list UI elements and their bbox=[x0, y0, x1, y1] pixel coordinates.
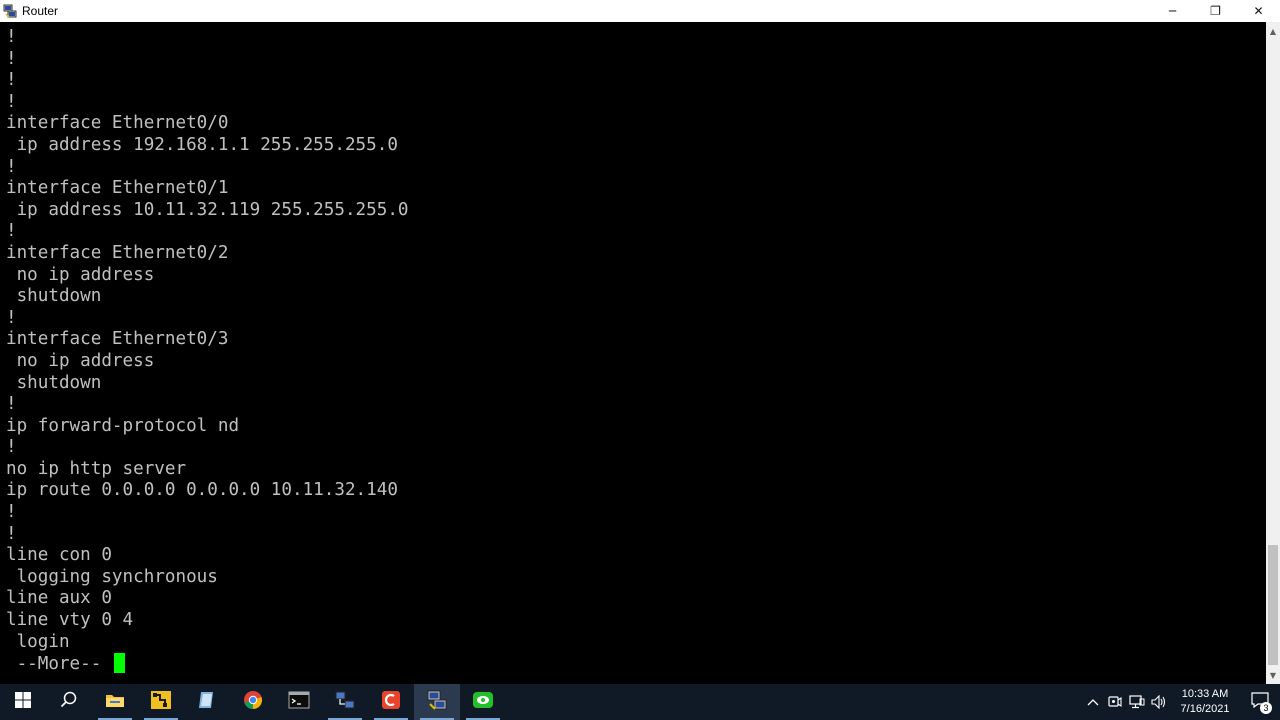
terminal-line: ! bbox=[6, 70, 17, 91]
terminal-line: ip address 192.168.1.1 255.255.255.0 bbox=[6, 134, 398, 155]
terminal-line: ip forward-protocol nd bbox=[6, 415, 240, 436]
terminal-line: shutdown bbox=[6, 372, 102, 393]
terminal-line: interface Ethernet0/2 bbox=[6, 242, 229, 263]
restore-icon: ❐ bbox=[1210, 4, 1221, 18]
putty-icon bbox=[426, 689, 448, 715]
scroll-up-arrow-icon[interactable]: ▲ bbox=[1266, 24, 1280, 38]
red-app-icon bbox=[381, 690, 401, 714]
terminal-line: shutdown bbox=[6, 286, 102, 307]
action-center-button[interactable]: 3 bbox=[1240, 684, 1280, 720]
window-title-bar: Router ─ ❐ ✕ bbox=[0, 0, 1280, 22]
terminal-line: line con 0 bbox=[6, 545, 112, 566]
show-hidden-icons-chevron-up-icon[interactable] bbox=[1082, 684, 1104, 720]
chrome-icon bbox=[243, 690, 263, 714]
taskbar: 10:33 AM 7/16/2021 3 bbox=[0, 684, 1280, 720]
terminal-line: interface Ethernet0/0 bbox=[6, 113, 229, 134]
taskbar-red-app[interactable] bbox=[368, 684, 414, 720]
scrollbar-thumb[interactable] bbox=[1268, 545, 1278, 665]
clock-time: 10:33 AM bbox=[1181, 688, 1229, 700]
terminal-line: line aux 0 bbox=[6, 588, 112, 609]
terminal-line: ! bbox=[6, 502, 17, 523]
clock[interactable]: 10:33 AM 7/16/2021 bbox=[1170, 687, 1240, 717]
minimize-button[interactable]: ─ bbox=[1151, 0, 1194, 22]
terminal-line: ! bbox=[6, 523, 17, 544]
terminal-line: ! bbox=[6, 437, 17, 458]
terminal-line: interface Ethernet0/3 bbox=[6, 329, 229, 350]
terminal-line: no ip address bbox=[6, 350, 155, 371]
system-tray: 10:33 AM 7/16/2021 3 bbox=[1082, 684, 1280, 720]
restore-button[interactable]: ❐ bbox=[1194, 0, 1237, 22]
taskbar-network-computers[interactable] bbox=[322, 684, 368, 720]
terminal-line: no ip address bbox=[6, 264, 155, 285]
taskbar-router-session[interactable] bbox=[414, 684, 460, 720]
search-icon bbox=[60, 691, 78, 713]
network-tool-icon bbox=[150, 690, 172, 714]
network-computers-icon bbox=[334, 690, 356, 714]
terminal-icon bbox=[288, 691, 310, 713]
taskbar-green-app[interactable] bbox=[460, 684, 506, 720]
green-app-icon bbox=[472, 690, 494, 714]
start-button[interactable] bbox=[0, 684, 46, 720]
vertical-scrollbar[interactable]: ▲ ▼ bbox=[1266, 22, 1280, 684]
clock-date: 7/16/2021 bbox=[1180, 703, 1230, 715]
paper-icon bbox=[197, 690, 217, 714]
window-title: Router bbox=[22, 4, 59, 18]
terminal-line: line vty 0 4 bbox=[6, 610, 134, 631]
putty-icon[interactable] bbox=[3, 4, 17, 18]
more-prompt-line: --More-- bbox=[6, 653, 409, 675]
close-button[interactable]: ✕ bbox=[1237, 0, 1280, 22]
terminal-line: ! bbox=[6, 307, 17, 328]
terminal-line: ! bbox=[6, 394, 17, 415]
taskbar-terminal[interactable] bbox=[276, 684, 322, 720]
taskbar-paper-app[interactable] bbox=[184, 684, 230, 720]
terminal-line: ! bbox=[6, 48, 17, 69]
volume-icon[interactable] bbox=[1148, 684, 1170, 720]
terminal-cursor bbox=[113, 653, 125, 674]
terminal-line: ! bbox=[6, 91, 17, 112]
terminal-line: login bbox=[6, 631, 70, 652]
terminal-line: ip address 10.11.32.119 255.255.255.0 bbox=[6, 199, 409, 220]
windows-logo-icon bbox=[15, 692, 31, 712]
network-icon[interactable] bbox=[1126, 684, 1148, 720]
search-button[interactable] bbox=[46, 684, 92, 720]
folder-icon bbox=[105, 692, 125, 712]
terminal-line: no ip http server bbox=[6, 458, 187, 479]
close-icon: ✕ bbox=[1253, 4, 1264, 18]
terminal-line: ! bbox=[6, 27, 17, 47]
minimize-icon: ─ bbox=[1168, 4, 1177, 18]
scroll-down-arrow-icon[interactable]: ▼ bbox=[1266, 668, 1280, 682]
more-prompt: --More-- bbox=[6, 654, 112, 675]
taskbar-file-explorer[interactable] bbox=[92, 684, 138, 720]
window-controls: ─ ❐ ✕ bbox=[1151, 0, 1280, 22]
taskbar-chrome[interactable] bbox=[230, 684, 276, 720]
terminal-line: ! bbox=[6, 221, 17, 242]
terminal-line: ! bbox=[6, 156, 17, 177]
terminal-output[interactable]: !!!! interface Ethernet0/0 ip address 192… bbox=[0, 22, 1266, 684]
terminal-line: interface Ethernet0/1 bbox=[6, 178, 229, 199]
terminal-line: ip route 0.0.0.0 0.0.0.0 10.11.32.140 bbox=[6, 480, 398, 501]
taskbar-network-tool[interactable] bbox=[138, 684, 184, 720]
terminal-lines: !!!! interface Ethernet0/0 ip address 192… bbox=[6, 27, 409, 675]
notification-count-badge: 3 bbox=[1260, 702, 1272, 714]
terminal-line: logging synchronous bbox=[6, 566, 218, 587]
meet-now-icon[interactable] bbox=[1104, 684, 1126, 720]
